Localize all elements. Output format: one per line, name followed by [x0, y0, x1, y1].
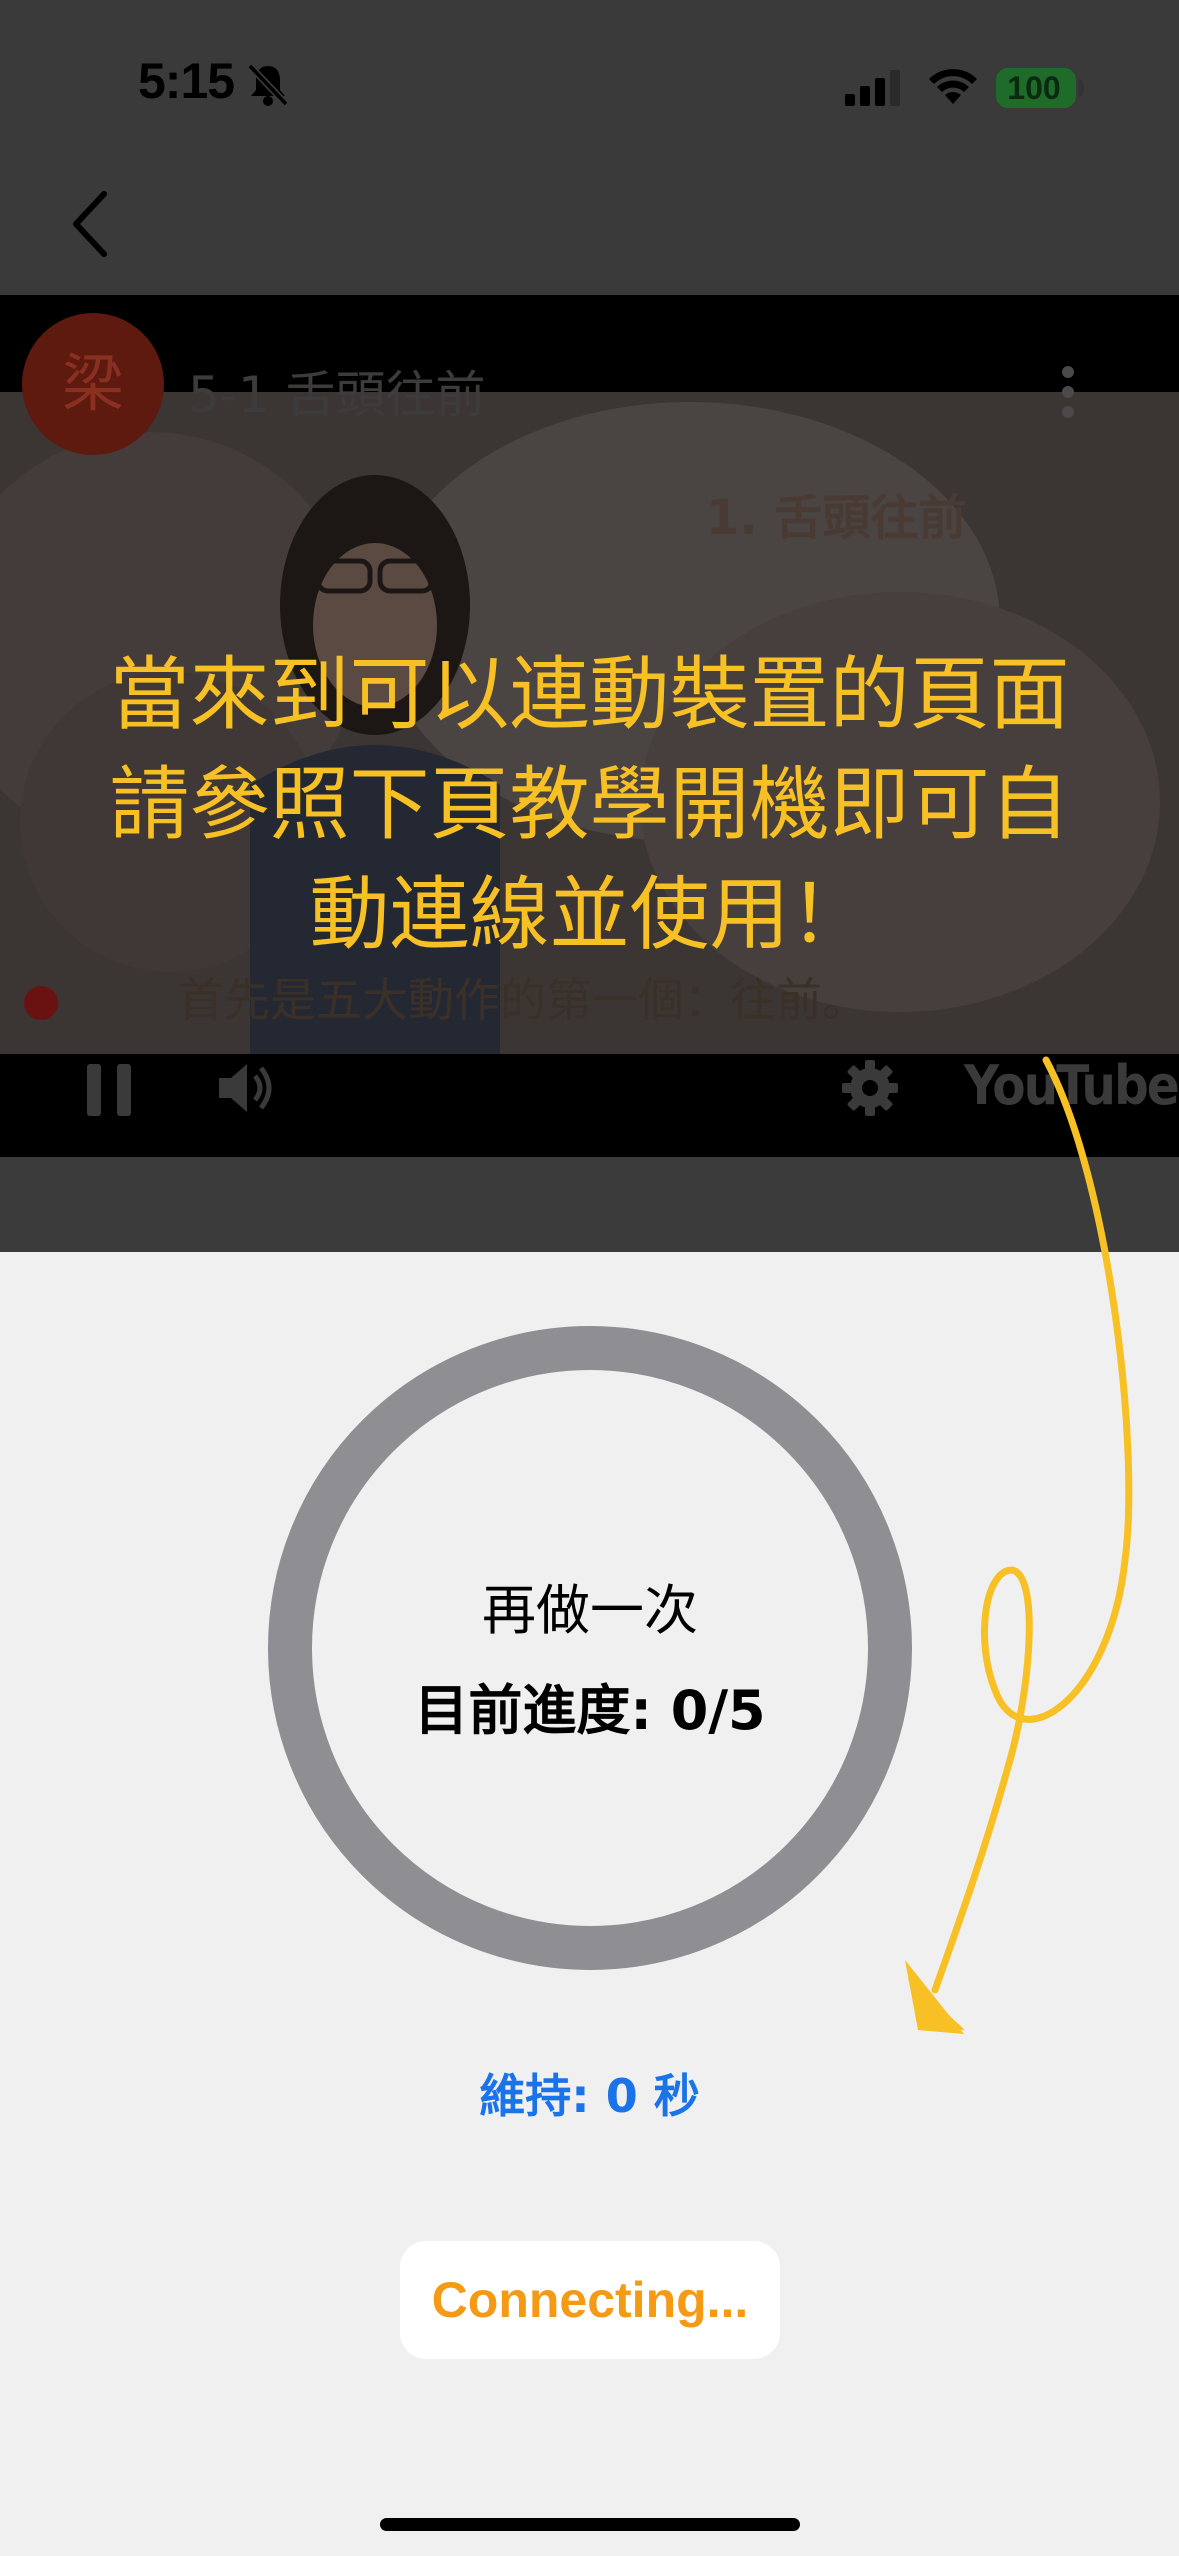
tutorial-arrow-icon — [905, 1056, 1133, 2034]
home-indicator — [380, 2518, 800, 2531]
